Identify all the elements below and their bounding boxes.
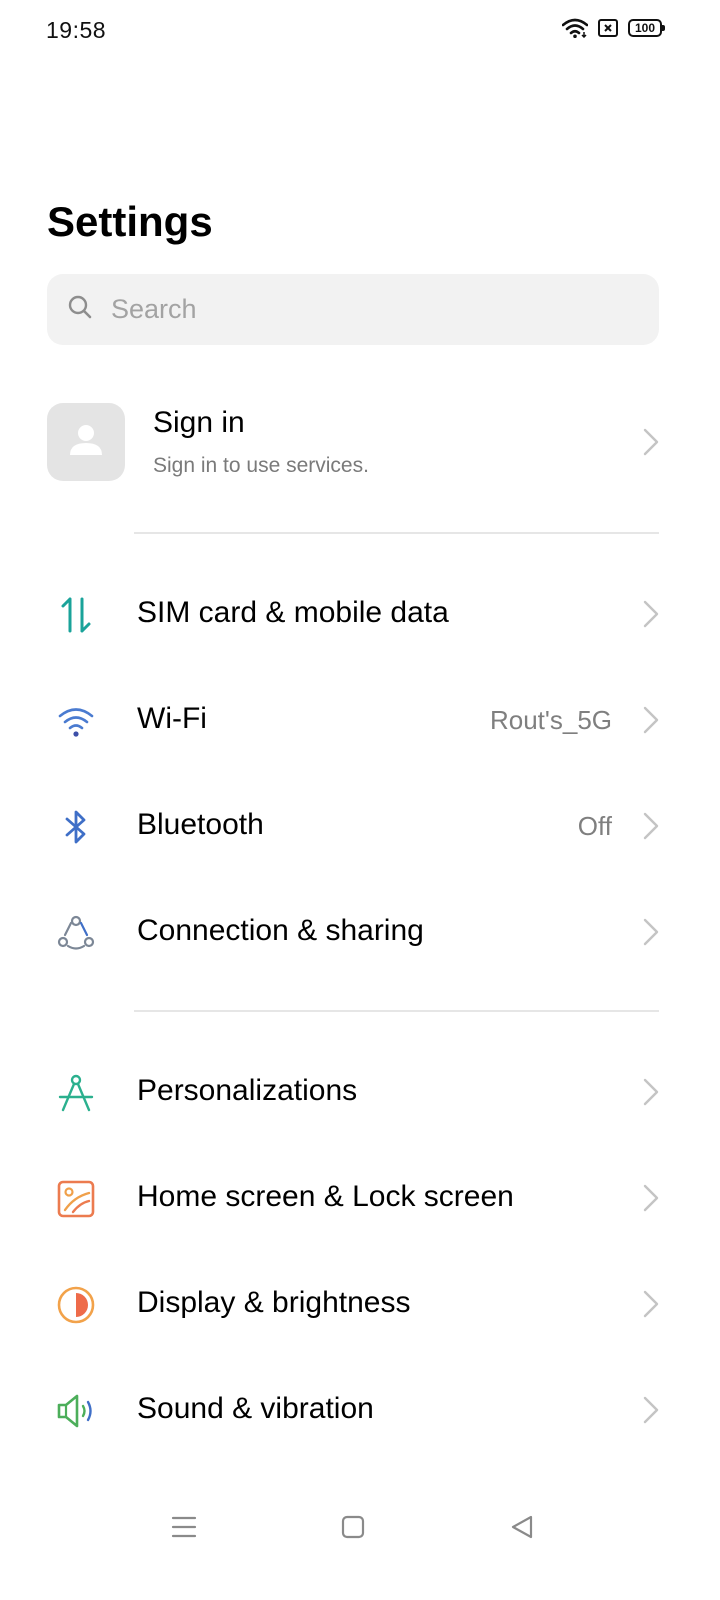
back-icon[interactable] bbox=[505, 1510, 539, 1544]
display-brightness-row[interactable]: Display & brightness bbox=[0, 1251, 720, 1357]
navigation-bar bbox=[0, 1490, 720, 1560]
connection-sharing-row[interactable]: Connection & sharing bbox=[0, 879, 720, 985]
status-icons: 100 bbox=[562, 18, 665, 38]
row-label: Wi-Fi bbox=[137, 702, 207, 735]
sign-in-subtitle: Sign in to use services. bbox=[153, 454, 369, 477]
chevron-right-icon bbox=[642, 1289, 660, 1319]
row-label: Home screen & Lock screen bbox=[137, 1180, 514, 1213]
search-icon bbox=[67, 294, 93, 325]
chevron-right-icon bbox=[642, 1077, 660, 1107]
personalizations-row[interactable]: Personalizations bbox=[0, 1039, 720, 1145]
row-label: SIM card & mobile data bbox=[137, 596, 449, 629]
speaker-icon bbox=[54, 1389, 98, 1433]
wifi-row[interactable]: Wi-Fi Rout's_5G bbox=[0, 667, 720, 773]
menu-icon[interactable] bbox=[167, 1510, 201, 1544]
divider bbox=[134, 532, 659, 534]
chevron-right-icon bbox=[642, 917, 660, 947]
row-label: Personalizations bbox=[137, 1074, 358, 1107]
sign-in-title: Sign in bbox=[153, 406, 245, 439]
avatar-person-icon bbox=[67, 421, 105, 464]
chevron-right-icon bbox=[642, 599, 660, 629]
sound-vibration-row[interactable]: Sound & vibration bbox=[0, 1357, 720, 1463]
wifi-icon bbox=[562, 18, 588, 38]
search-input[interactable] bbox=[109, 293, 613, 326]
status-bar: 19:58 100 bbox=[0, 0, 720, 62]
avatar bbox=[47, 403, 125, 481]
bluetooth-row[interactable]: Bluetooth Off bbox=[0, 773, 720, 879]
sim-absent-icon bbox=[598, 19, 618, 37]
row-label: Sound & vibration bbox=[137, 1392, 374, 1425]
wifi-icon bbox=[54, 699, 98, 743]
page-title: Settings bbox=[47, 198, 213, 245]
battery-icon: 100 bbox=[628, 19, 665, 37]
mobile-data-icon bbox=[54, 593, 98, 637]
bluetooth-icon bbox=[54, 805, 98, 849]
chevron-right-icon bbox=[642, 811, 660, 841]
home-lock-screen-row[interactable]: Home screen & Lock screen bbox=[0, 1145, 720, 1251]
divider bbox=[134, 1010, 659, 1012]
row-value: Rout's_5G bbox=[489, 705, 612, 735]
chevron-right-icon bbox=[642, 705, 660, 735]
row-label: Bluetooth bbox=[137, 808, 264, 841]
search-bar[interactable] bbox=[47, 274, 659, 345]
home-icon[interactable] bbox=[336, 1510, 370, 1544]
row-value: Off bbox=[577, 811, 612, 841]
connection-sharing-icon bbox=[54, 911, 98, 955]
chevron-right-icon bbox=[642, 1395, 660, 1425]
sim-card-mobile-data-row[interactable]: SIM card & mobile data bbox=[0, 561, 720, 667]
row-label: Display & brightness bbox=[137, 1286, 411, 1319]
row-label: Connection & sharing bbox=[137, 914, 424, 947]
chevron-right-icon bbox=[642, 1183, 660, 1213]
sign-in-row[interactable]: Sign in Sign in to use services. bbox=[0, 392, 720, 492]
brightness-icon bbox=[54, 1283, 98, 1327]
chevron-right-icon bbox=[642, 427, 660, 457]
compass-icon bbox=[54, 1071, 98, 1115]
home-screen-icon bbox=[54, 1177, 98, 1221]
status-time: 19:58 bbox=[46, 17, 107, 43]
